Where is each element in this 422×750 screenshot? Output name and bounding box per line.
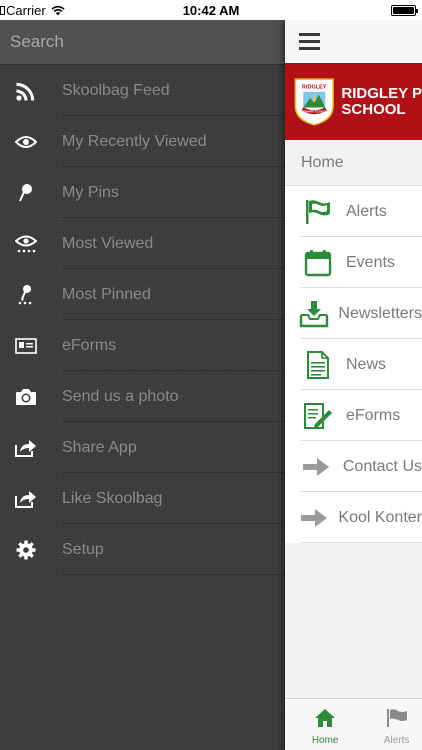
content-list: Alerts Events Newsletters News eForms Co… bbox=[285, 186, 422, 543]
content-item-alerts[interactable]: Alerts bbox=[285, 186, 422, 237]
school-name-line1: RIDGLEY P bbox=[341, 84, 422, 102]
id-card-icon bbox=[0, 337, 52, 354]
main-panel: RIDGLEY PRIMARY SCHOOL RIDGLEY P SCHOOL … bbox=[285, 20, 422, 750]
school-name: RIDGLEY P SCHOOL bbox=[341, 84, 422, 118]
drawer-item-skoolbag-feed[interactable]: Skoolbag Feed bbox=[0, 65, 285, 116]
pin-dots-icon bbox=[0, 284, 52, 306]
flag-icon bbox=[386, 708, 408, 733]
drawer-item-label: eForms bbox=[62, 336, 117, 354]
logo-text-bottom: PRIMARY SCHOOL bbox=[301, 109, 327, 113]
home-icon bbox=[314, 708, 336, 733]
school-banner: RIDGLEY PRIMARY SCHOOL RIDGLEY P SCHOOL bbox=[285, 63, 422, 140]
drawer-item-label: Send us a photo bbox=[62, 387, 179, 405]
school-name-line2: SCHOOL bbox=[341, 100, 406, 118]
tab-alerts[interactable]: Alerts bbox=[371, 699, 422, 750]
top-bar bbox=[285, 20, 422, 63]
drawer-item-label: Skoolbag Feed bbox=[62, 81, 170, 99]
content-item-label: Kool Konter bbox=[338, 508, 422, 526]
document-icon bbox=[285, 350, 346, 380]
drawer-item-like-skoolbag[interactable]: Like Skoolbag bbox=[0, 473, 285, 524]
search-field[interactable]: Search bbox=[0, 20, 285, 65]
drawer-item-send-photo[interactable]: Send us a photo bbox=[0, 371, 285, 422]
gear-icon bbox=[0, 540, 52, 560]
camera-icon bbox=[0, 388, 52, 406]
arrow-right-icon bbox=[285, 508, 338, 528]
drawer-item-label: My Pins bbox=[62, 183, 119, 201]
arrow-right-icon bbox=[285, 457, 343, 477]
content-item-news[interactable]: News bbox=[285, 339, 422, 390]
calendar-icon bbox=[285, 249, 346, 277]
drawer-item-share-app[interactable]: Share App bbox=[0, 422, 285, 473]
content-item-label: eForms bbox=[346, 406, 401, 424]
drawer-item-recently-viewed[interactable]: My Recently Viewed bbox=[0, 116, 285, 167]
share-icon bbox=[0, 439, 52, 457]
pin-icon bbox=[0, 183, 52, 203]
content-item-label: Contact Us bbox=[342, 457, 422, 475]
content-item-events[interactable]: Events bbox=[285, 237, 422, 288]
drawer-item-setup[interactable]: Setup bbox=[0, 524, 285, 575]
hamburger-menu-icon[interactable] bbox=[299, 33, 320, 50]
bottom-tab-bar: Home Alerts bbox=[285, 698, 422, 750]
school-logo: RIDGLEY PRIMARY SCHOOL bbox=[294, 77, 334, 126]
share-icon bbox=[0, 490, 52, 508]
home-breadcrumb[interactable]: Home bbox=[285, 140, 422, 186]
form-pen-icon bbox=[285, 402, 346, 430]
drawer-item-most-pinned[interactable]: Most Pinned bbox=[0, 269, 285, 320]
tab-home[interactable]: Home bbox=[285, 699, 365, 750]
drawer-menu: Skoolbag Feed My Recently Viewed My Pins… bbox=[0, 65, 285, 575]
flag-icon bbox=[285, 199, 346, 225]
eye-dots-icon bbox=[0, 235, 52, 253]
content-item-label: Events bbox=[346, 253, 395, 271]
drawer-item-label: Share App bbox=[62, 438, 137, 456]
drawer-item-label: My Recently Viewed bbox=[62, 132, 207, 150]
content-item-label: Newsletters bbox=[338, 304, 422, 322]
drawer-item-label: Most Pinned bbox=[62, 285, 151, 303]
tab-label: Home bbox=[311, 735, 339, 746]
drawer-item-label: Setup bbox=[62, 540, 104, 558]
drawer-item-label: Most Viewed bbox=[62, 234, 154, 252]
content-item-newsletters[interactable]: Newsletters bbox=[285, 288, 422, 339]
drawer-item-my-pins[interactable]: My Pins bbox=[0, 167, 285, 218]
content-item-eforms[interactable]: eForms bbox=[285, 390, 422, 441]
status-time: 10:42 AM bbox=[182, 3, 240, 18]
battery-icon bbox=[391, 5, 418, 16]
logo-text-top: RIDGLEY bbox=[302, 84, 327, 90]
content-item-kool-konter[interactable]: Kool Konter bbox=[285, 492, 422, 543]
content-item-contact-us[interactable]: Contact Us bbox=[285, 441, 422, 492]
drawer-item-label: Like Skoolbag bbox=[62, 489, 163, 507]
content-item-label: News bbox=[346, 355, 387, 373]
eye-icon bbox=[0, 135, 52, 149]
status-bar: Carrier 10:42 AM bbox=[0, 0, 422, 20]
drawer-item-eforms[interactable]: eForms bbox=[0, 320, 285, 371]
download-tray-icon bbox=[285, 300, 338, 328]
side-drawer: Search Skoolbag Feed My Recently Viewed … bbox=[0, 20, 285, 750]
rss-icon bbox=[0, 81, 52, 101]
content-item-label: Alerts bbox=[346, 202, 387, 220]
drawer-item-most-viewed[interactable]: Most Viewed bbox=[0, 218, 285, 269]
tab-label: Alerts bbox=[383, 735, 410, 746]
